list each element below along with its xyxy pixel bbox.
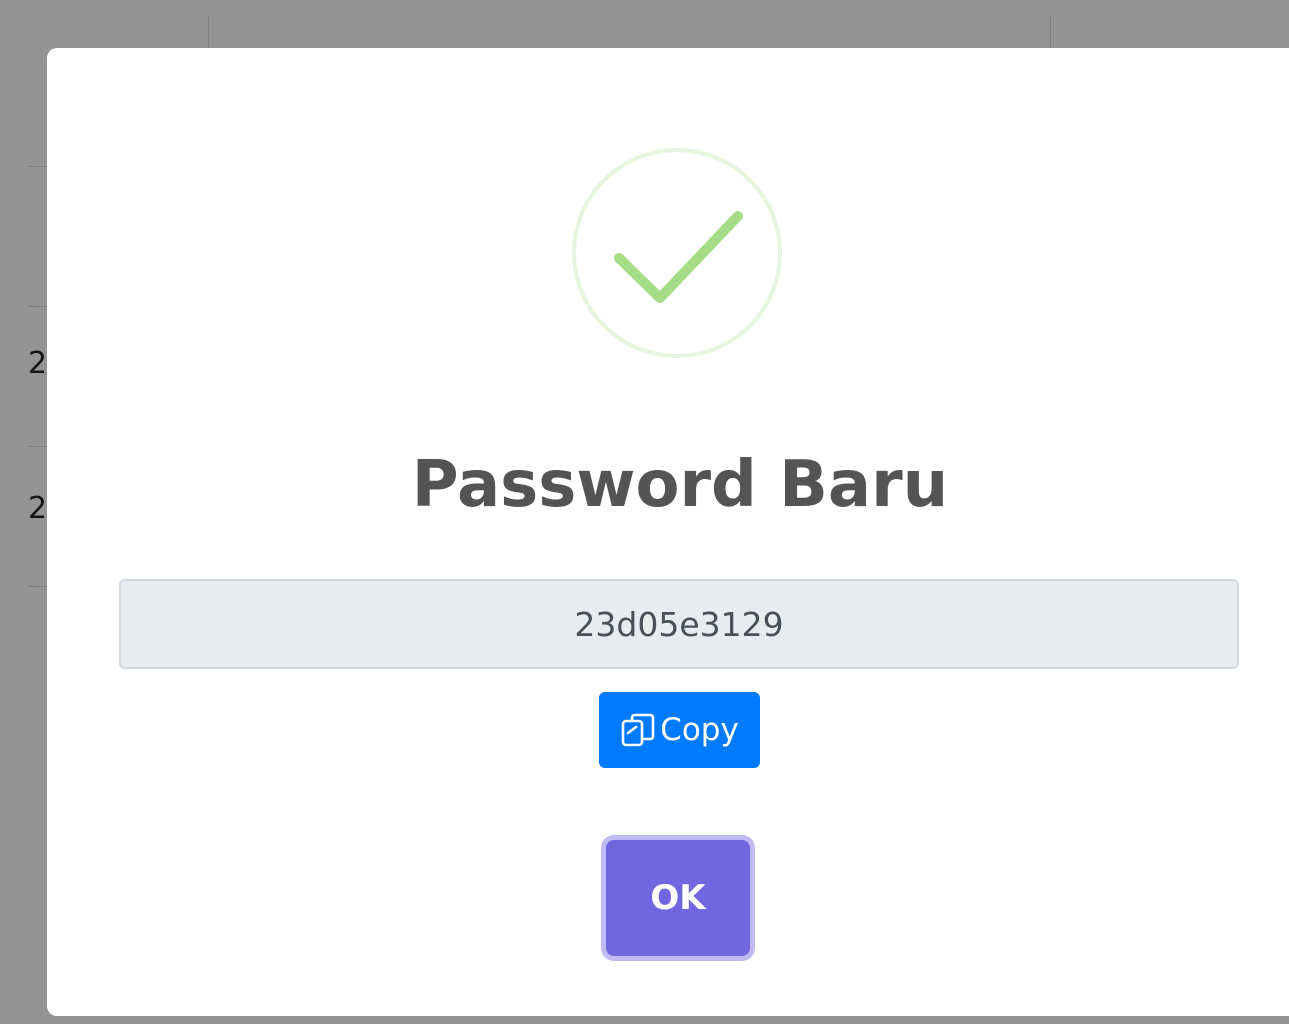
- ok-button[interactable]: OK: [606, 840, 750, 956]
- copy-button[interactable]: Copy: [599, 692, 760, 768]
- copy-icon: [621, 713, 655, 747]
- copy-button-label: Copy: [660, 712, 739, 748]
- new-password-field[interactable]: [119, 579, 1239, 669]
- page: 2 2 Password Baru Copy OK: [0, 0, 1289, 1024]
- dialog-title: Password Baru: [411, 448, 949, 522]
- password-dialog: Password Baru Copy OK: [47, 48, 1289, 1016]
- success-check-icon: [572, 148, 782, 358]
